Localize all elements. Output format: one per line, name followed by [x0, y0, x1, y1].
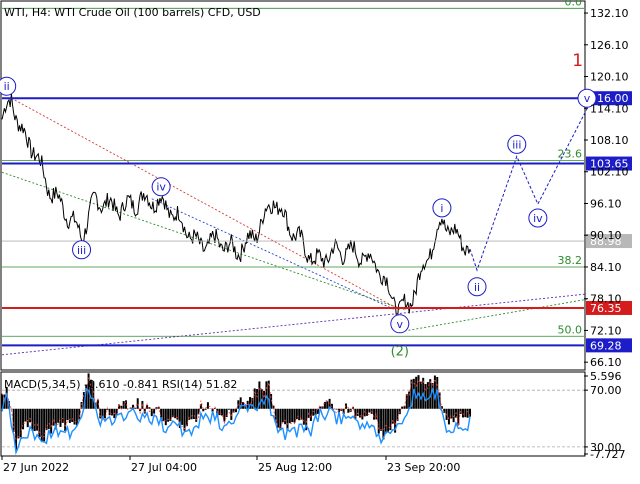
indicator-title: MACD(5,34,5) -0.610 -0.841 RSI(14) 51.82 — [4, 378, 237, 391]
price-tick-label: 72.10 — [590, 324, 622, 337]
wave-label: iv — [156, 181, 166, 194]
wave-label: ii — [4, 80, 10, 93]
wave-label: iii — [512, 138, 521, 151]
level-price-label: 69.28 — [590, 339, 622, 352]
price-tick-label: 120.10 — [590, 71, 629, 84]
indicator-tick-label: 5.596 — [590, 370, 622, 383]
price-tick-label: 96.10 — [590, 197, 622, 210]
indicator-tick-label: -7.727 — [590, 448, 625, 461]
price-tick-label: 126.10 — [590, 39, 629, 52]
price-tick-label: 108.10 — [590, 134, 629, 147]
price-tick-label: 102.10 — [590, 166, 629, 179]
indicator-tick-label: 70.00 — [590, 384, 622, 397]
price-tick-label: 84.10 — [590, 261, 622, 274]
fib-level-label: 50.0 — [558, 323, 583, 336]
price-tick-label: 114.10 — [590, 102, 629, 115]
price-tick-label: 78.10 — [590, 293, 622, 306]
time-tick-label: 23 Sep 20:00 — [387, 461, 460, 474]
wave-label: iv — [533, 212, 543, 225]
fib-level-label: 38.2 — [558, 254, 583, 267]
wave-label: 1 — [572, 51, 583, 71]
fib-level-label: 0.0 — [565, 0, 583, 8]
price-tick-label: 132.10 — [590, 7, 629, 20]
price-chart: 0.023.638.250.0 88.98 116.00103.6576.356… — [0, 0, 640, 480]
chart-title: WTI, H4: WTI Crude Oil (100 barrels) CFD… — [4, 6, 261, 19]
time-tick-label: 25 Aug 12:00 — [258, 461, 332, 474]
wave-label: i — [440, 202, 443, 215]
chart-root: 0.0 23.6 38.2 50.0 88.98 116.00 103.65 76.35 6… — [0, 0, 640, 480]
wave-label: v — [397, 318, 404, 331]
time-tick-label: 27 Jun 2022 — [3, 461, 69, 474]
time-tick-label: 27 Jul 04:00 — [131, 461, 197, 474]
wave-label: ii — [474, 281, 480, 294]
price-tick-label: 66.10 — [590, 356, 622, 369]
price-tick-label: 90.10 — [590, 229, 622, 242]
wave-label: (2) — [391, 344, 409, 359]
wave-label: iii — [77, 244, 86, 257]
